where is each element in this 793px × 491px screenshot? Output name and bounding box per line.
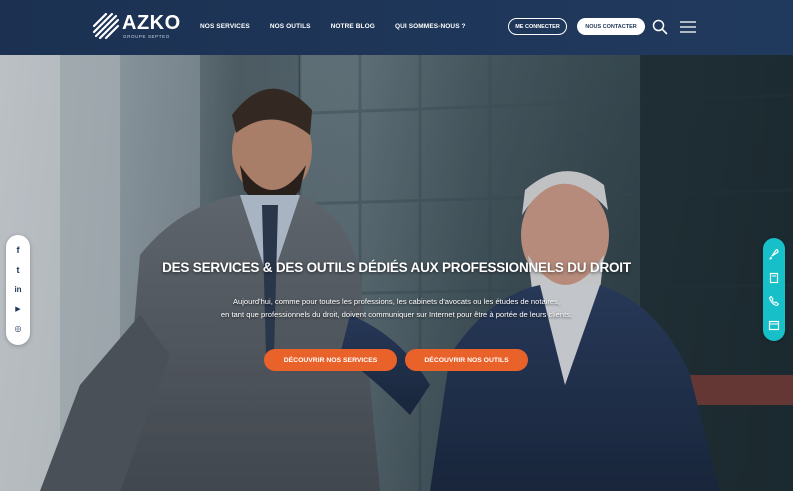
logo-stripes-icon (92, 12, 120, 40)
main-nav: NOS SERVICES NOS OUTILS NOTRE BLOG QUI S… (200, 21, 466, 33)
nav-item-tools[interactable]: NOS OUTILS (270, 21, 311, 33)
hero-description-line1: Aujourd'hui, comme pour toutes les profe… (232, 297, 561, 306)
book-icon[interactable] (768, 272, 780, 284)
discover-tools-button[interactable]: DÉCOUVRIR NOS OUTILS (405, 349, 528, 371)
twitter-icon[interactable]: t (6, 265, 30, 275)
contact-button[interactable]: NOUS CONTACTER (577, 18, 645, 35)
phone-icon[interactable] (768, 295, 780, 307)
hero-title: DES SERVICES & DES OUTILS DÉDIÉS AUX PRO… (162, 260, 631, 275)
brand-tagline: GROUPE SEPTEO (123, 34, 170, 39)
youtube-icon[interactable]: ▶ (6, 305, 30, 313)
hamburger-menu-icon[interactable] (680, 20, 696, 34)
search-icon[interactable] (652, 19, 668, 35)
azko-logo[interactable]: AZKO GROUPE SEPTEO (92, 12, 181, 42)
nav-item-services[interactable]: NOS SERVICES (200, 21, 250, 33)
linkedin-icon[interactable]: in (6, 285, 30, 294)
facebook-icon[interactable]: f (6, 245, 30, 255)
hero-description: Aujourd'hui, comme pour toutes les profe… (0, 296, 793, 321)
rocket-icon[interactable] (768, 248, 780, 260)
site-header: AZKO GROUPE SEPTEO NOS SERVICES NOS OUTI… (0, 0, 793, 55)
calendar-icon[interactable] (768, 319, 780, 331)
social-links-bar: f t in ▶ ◎ (6, 235, 30, 345)
hero-section: DES SERVICES & DES OUTILS DÉDIÉS AUX PRO… (0, 55, 793, 491)
instagram-icon[interactable]: ◎ (6, 324, 30, 333)
discover-services-button[interactable]: DÉCOUVRIR NOS SERVICES (264, 349, 397, 371)
brand-name: AZKO (122, 12, 181, 34)
quick-actions-bar (763, 238, 785, 341)
nav-item-blog[interactable]: NOTRE BLOG (331, 21, 375, 33)
login-button[interactable]: ME CONNECTER (508, 18, 567, 35)
nav-item-about[interactable]: QUI SOMMES-NOUS ? (395, 21, 466, 33)
hero-description-line2: en tant que professionnels du droit, doi… (220, 309, 573, 319)
